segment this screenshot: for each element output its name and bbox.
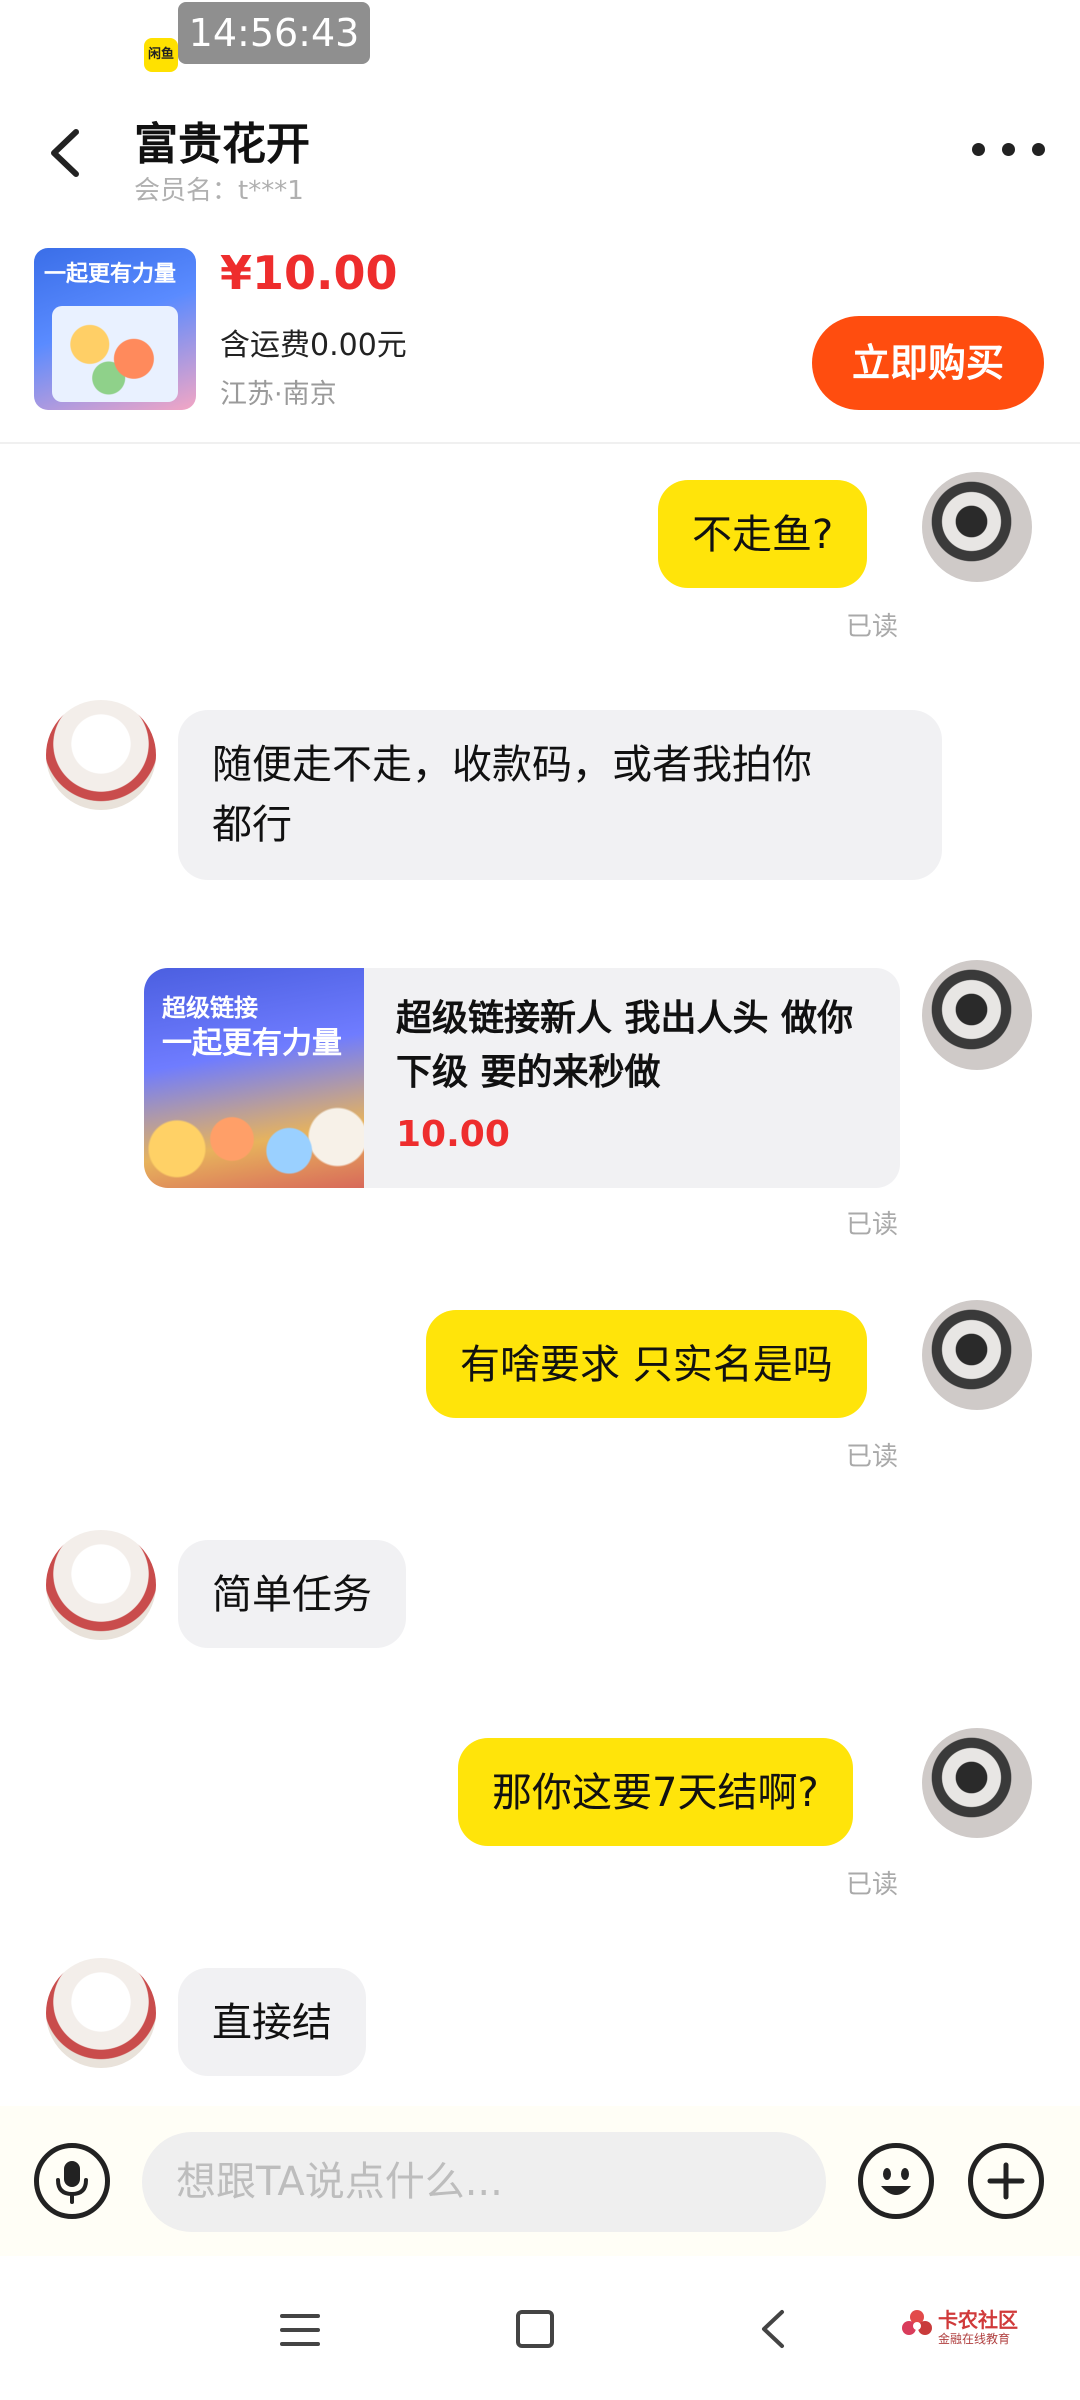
- product-thumbnail[interactable]: 一起更有力量: [34, 248, 196, 410]
- product-thumb-toys: [52, 306, 178, 402]
- watermark-title: 卡农社区: [938, 2308, 1018, 2332]
- message-text-line: 都行: [212, 802, 292, 848]
- shared-item-price: 10.00: [396, 1114, 510, 1155]
- product-price: ¥10.00: [220, 246, 398, 300]
- product-location: 江苏·南京: [220, 379, 337, 410]
- shared-item-image-text: 超级链接 一起更有力量: [162, 990, 342, 1062]
- image-caption-line: 超级链接: [162, 994, 258, 1022]
- voice-button[interactable]: [34, 2143, 110, 2219]
- shared-item-card[interactable]: 超级链接 一起更有力量 超级链接新人 我出人头 做你下级 要的来秒做 10.00: [144, 968, 900, 1188]
- my-avatar[interactable]: [922, 1728, 1032, 1838]
- message-bubble-mine[interactable]: 不走鱼?: [658, 480, 868, 588]
- more-dot: [1002, 143, 1015, 156]
- microphone-icon: [56, 2161, 88, 2204]
- other-avatar[interactable]: [46, 700, 156, 810]
- buy-now-button[interactable]: 立即购买: [812, 316, 1044, 410]
- nav-menu-button[interactable]: [280, 2312, 320, 2348]
- shared-item-title: 超级链接新人 我出人头 做你下级 要的来秒做: [396, 998, 854, 1093]
- message-bubble-mine[interactable]: 那你这要7天结啊?: [458, 1738, 853, 1846]
- smiley-icon: [881, 2168, 911, 2195]
- other-avatar[interactable]: [46, 1958, 156, 2068]
- shared-item-image: 超级链接 一起更有力量: [144, 968, 364, 1188]
- nav-back-icon: [762, 2310, 784, 2348]
- message-bubble-other[interactable]: 简单任务: [178, 1540, 406, 1648]
- status-time: 14:56:43: [178, 2, 370, 64]
- message-bubble-mine[interactable]: 有啥要求 只实名是吗: [426, 1310, 867, 1418]
- image-caption-line: 一起更有力量: [162, 1026, 342, 1061]
- plus-icon: [987, 2162, 1025, 2200]
- message-bubble-other[interactable]: 随便走不走，收款码，或者我拍你 都行: [178, 710, 942, 880]
- emoji-button[interactable]: [858, 2143, 934, 2219]
- more-actions-button[interactable]: [968, 2143, 1044, 2219]
- message-text: 有啥要求 只实名是吗: [460, 1342, 833, 1388]
- chevron-left-icon: [51, 129, 79, 177]
- read-status: 已读: [846, 1870, 899, 1900]
- message-input[interactable]: [142, 2132, 826, 2232]
- watermark-logo: 卡农社区 金融在线教育: [900, 2302, 1030, 2358]
- chat-title: 富贵花开: [134, 119, 310, 170]
- read-status: 已读: [846, 612, 899, 642]
- back-button[interactable]: [38, 118, 98, 188]
- message-text-line: 随便走不走，收款码，或者我拍你: [212, 742, 812, 788]
- product-thumb-text: 一起更有力量: [44, 262, 177, 287]
- shared-item-toys: [144, 1090, 364, 1188]
- message-text: 不走鱼?: [692, 512, 834, 558]
- watermark-flower-icon: [902, 2310, 932, 2335]
- more-dot: [1032, 143, 1045, 156]
- message-text: 直接结: [212, 2000, 332, 2046]
- my-avatar[interactable]: [922, 1300, 1032, 1410]
- read-status: 已读: [846, 1442, 899, 1472]
- watermark-subtitle: 金融在线教育: [938, 2332, 1011, 2346]
- more-options-button[interactable]: [970, 130, 1048, 170]
- other-avatar[interactable]: [46, 1530, 156, 1640]
- header-divider: [0, 442, 1080, 444]
- message-bubble-other[interactable]: 直接结: [178, 1968, 366, 2076]
- app-badge-icon: 闲鱼: [144, 38, 178, 72]
- menu-icon: [280, 2314, 320, 2346]
- message-text: 那你这要7天结啊?: [492, 1770, 819, 1816]
- message-text: 简单任务: [212, 1572, 372, 1618]
- nav-back-button[interactable]: [752, 2306, 792, 2352]
- product-shipping: 含运费0.00元: [220, 328, 407, 363]
- member-name: 会员名：t***1: [134, 176, 304, 206]
- my-avatar[interactable]: [922, 472, 1032, 582]
- more-dots-icon: [972, 143, 985, 156]
- my-avatar[interactable]: [922, 960, 1032, 1070]
- read-status: 已读: [846, 1210, 899, 1240]
- nav-home-button[interactable]: [516, 2310, 554, 2348]
